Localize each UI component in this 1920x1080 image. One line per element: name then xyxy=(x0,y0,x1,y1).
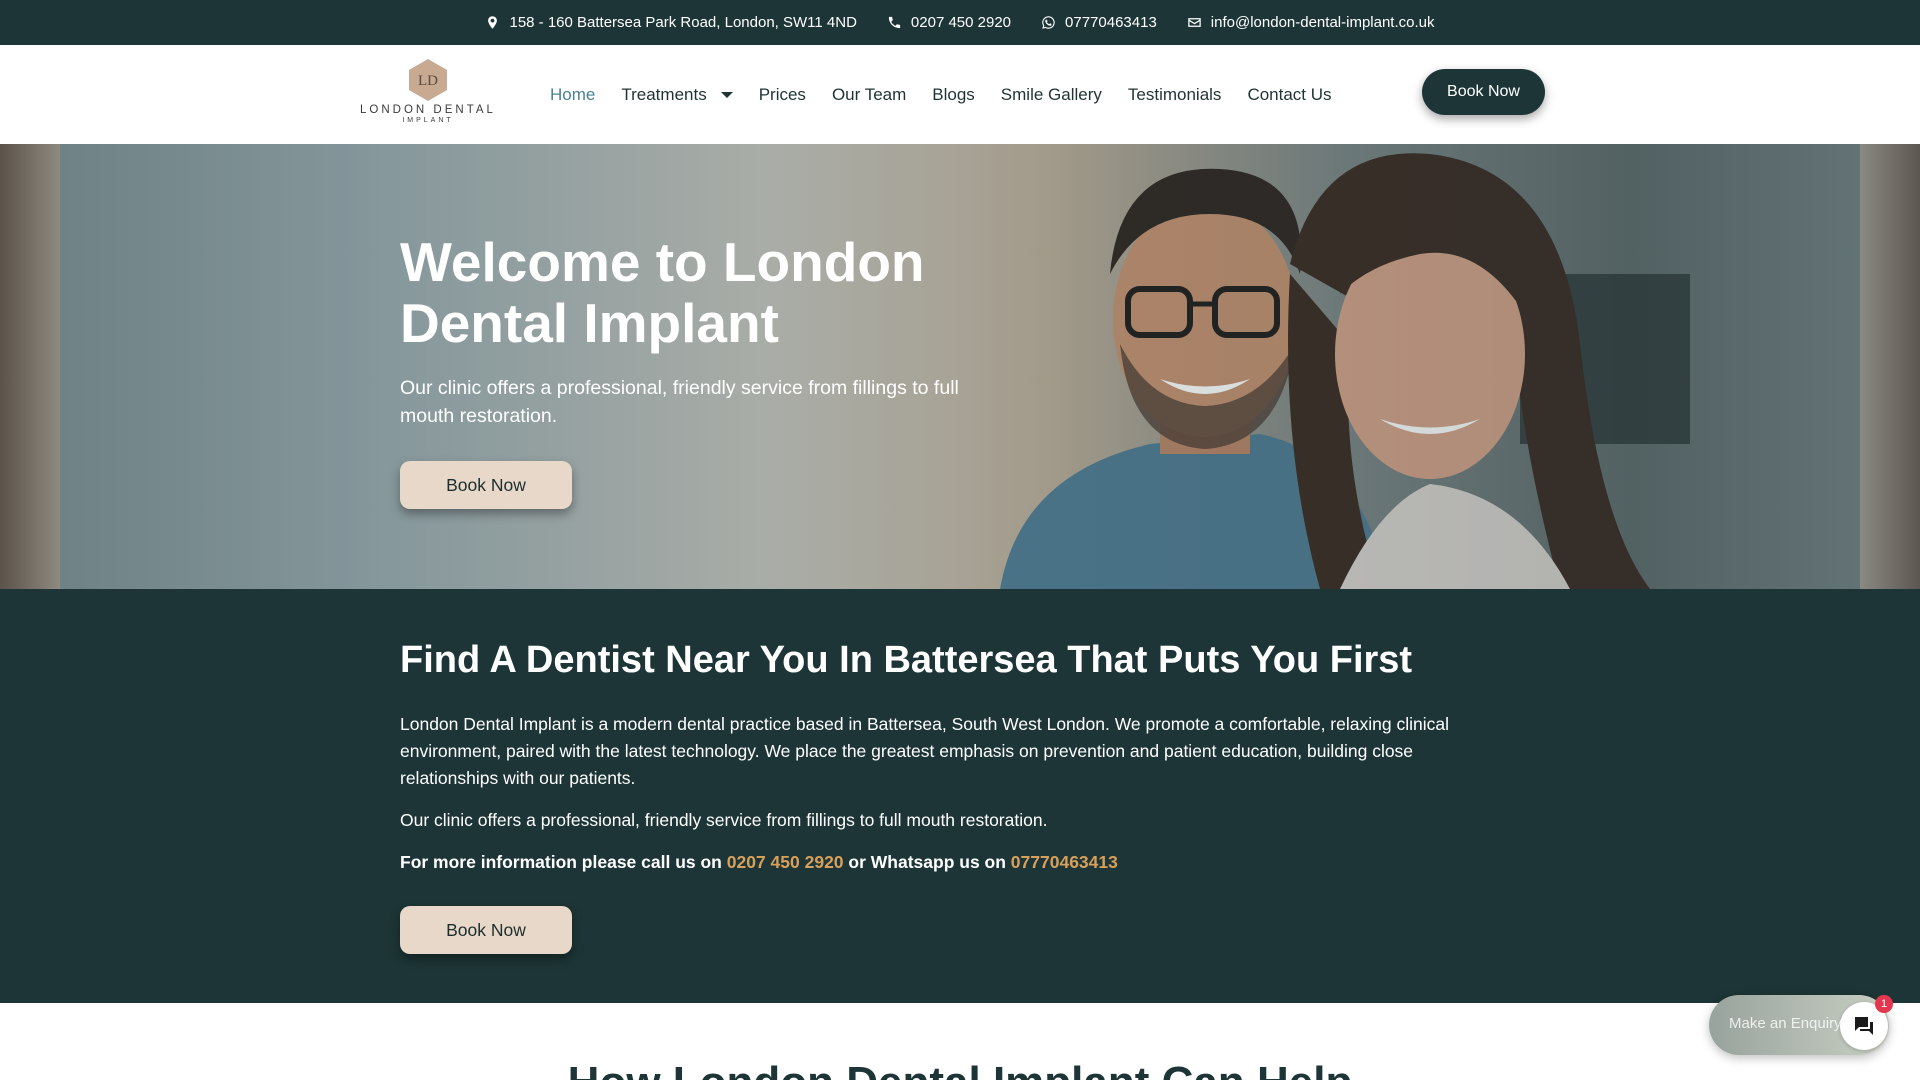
intro-book-now-button[interactable]: Book Now xyxy=(400,906,572,954)
caret-down-icon xyxy=(720,91,733,98)
nav-item-treatments[interactable]: Treatments xyxy=(621,84,733,105)
intro-paragraph: London Dental Implant is a modern dental… xyxy=(400,714,1449,788)
hero-banner: Welcome to London Dental Implant Our cli… xyxy=(0,144,1920,589)
enquiry-chat-widget[interactable]: Make an Enquiry 1 xyxy=(1709,995,1893,1055)
email-item[interactable]: info@london-dental-implant.co.uk xyxy=(1187,14,1435,31)
phone-text: 0207 450 2920 xyxy=(910,14,1012,31)
contact-line-mid: or Whatsapp us on xyxy=(848,852,1006,872)
site-header: LD LONDON DENTAL IMPLANT Home Treatments… xyxy=(0,45,1920,144)
main-nav: Home Treatments Prices Our Team Blogs Sm… xyxy=(550,45,1332,144)
notification-badge: 1 xyxy=(1875,995,1893,1013)
email-text: info@london-dental-implant.co.uk xyxy=(1210,14,1435,31)
chat-bubble-icon xyxy=(1855,1017,1873,1035)
address-text: 158 - 160 Battersea Park Road, London, S… xyxy=(509,14,857,31)
call-phone-link[interactable]: 0207 450 2920 xyxy=(727,852,844,872)
top-contact-bar: 158 - 160 Battersea Park Road, London, S… xyxy=(0,0,1920,45)
whatsapp-item[interactable]: 07770463413 xyxy=(1041,14,1157,31)
nav-item-blogs[interactable]: Blogs xyxy=(932,85,975,105)
nav-item-testimonials[interactable]: Testimonials xyxy=(1128,85,1222,105)
whatsapp-text: 07770463413 xyxy=(1065,14,1157,31)
logo-subtitle: IMPLANT xyxy=(402,117,454,124)
hero-title: Welcome to London Dental Implant xyxy=(400,231,925,354)
intro-heading: Find A Dentist Near You In Battersea Tha… xyxy=(400,639,1413,681)
hero-book-now-button[interactable]: Book Now xyxy=(400,461,572,509)
nav-item-treatments-label: Treatments xyxy=(621,84,707,104)
whatsapp-link[interactable]: 07770463413 xyxy=(1011,852,1118,872)
hero-overlay xyxy=(60,144,1860,589)
next-section-title: How London Dental Implant Can Help xyxy=(0,1058,1920,1080)
header-book-now-button[interactable]: Book Now xyxy=(1422,69,1545,115)
intro-section: Find A Dentist Near You In Battersea Tha… xyxy=(0,589,1920,1003)
hero-background-right xyxy=(1860,144,1920,589)
phone-item[interactable]: 0207 450 2920 xyxy=(887,14,1011,31)
envelope-icon xyxy=(1188,18,1201,27)
nav-item-contact-us[interactable]: Contact Us xyxy=(1247,85,1331,105)
address-item[interactable]: 158 - 160 Battersea Park Road, London, S… xyxy=(485,14,857,31)
logo-monogram: LD xyxy=(418,73,438,89)
contact-line-prefix: For more information please call us on xyxy=(400,852,722,872)
nav-item-our-team[interactable]: Our Team xyxy=(832,85,906,105)
intro-paragraph-2: Our clinic offers a professional, friend… xyxy=(400,810,1048,830)
chat-label[interactable]: Make an Enquiry xyxy=(1729,1015,1842,1032)
nav-item-prices[interactable]: Prices xyxy=(759,85,806,105)
phone-icon xyxy=(888,16,901,29)
nav-item-home[interactable]: Home xyxy=(550,85,595,105)
map-pin-icon xyxy=(488,16,498,29)
whatsapp-icon xyxy=(1042,16,1055,29)
nav-item-smile-gallery[interactable]: Smile Gallery xyxy=(1001,85,1102,105)
contact-line: For more information please call us on 0… xyxy=(400,849,1500,876)
site-logo[interactable]: LD LONDON DENTAL IMPLANT xyxy=(358,58,498,130)
hero-subtitle: Our clinic offers a professional, friend… xyxy=(400,377,959,427)
hero-background-left xyxy=(0,144,60,589)
logo-name: LONDON DENTAL xyxy=(360,104,496,116)
logo-hexagon-icon: LD xyxy=(409,59,447,101)
